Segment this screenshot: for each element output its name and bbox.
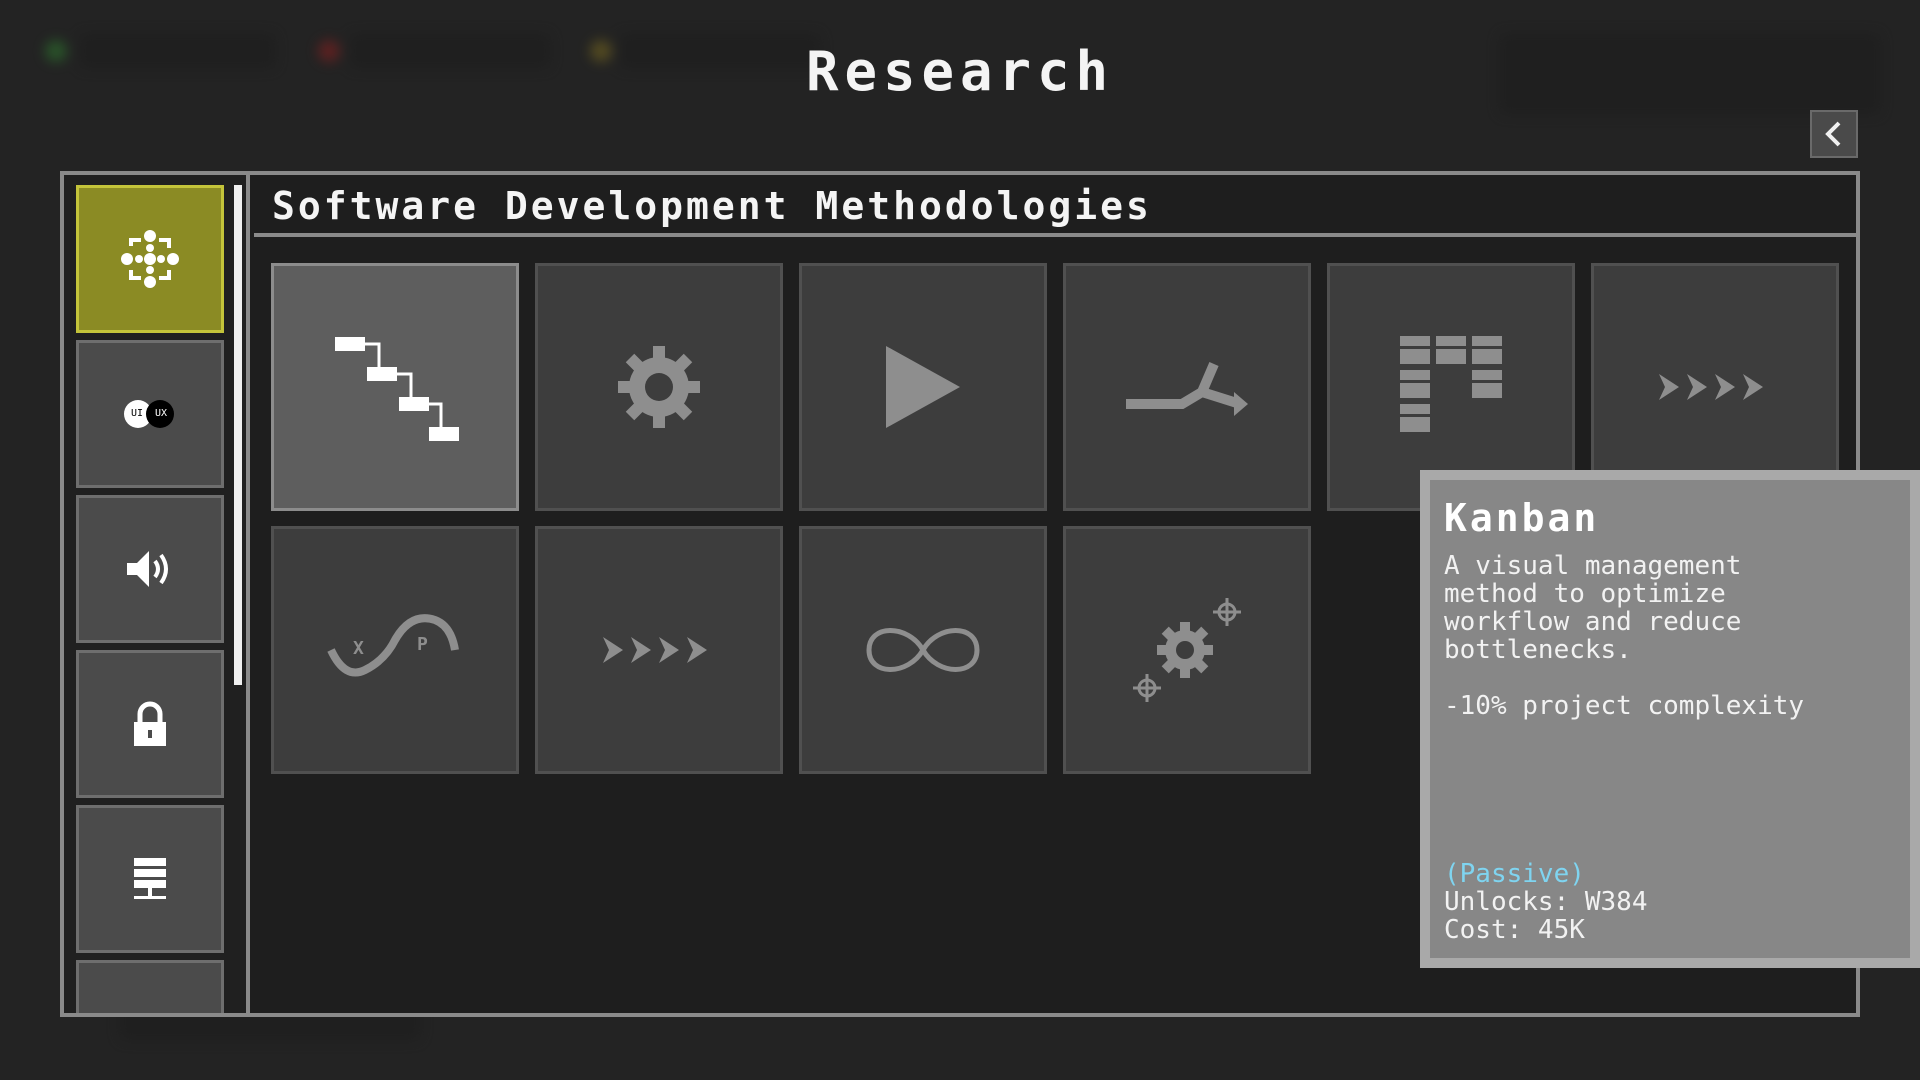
process-cycle-icon <box>121 230 179 288</box>
research-item-waterfall[interactable] <box>271 263 519 511</box>
tooltip-cost: Cost: 45K <box>1444 915 1585 945</box>
xp-wave-icon: X P <box>327 614 459 677</box>
research-tooltip: Kanban A visual management method to opt… <box>1420 470 1920 968</box>
tooltip-footer: (Passive) Unlocks: W384 Cost: 45K <box>1444 860 1648 944</box>
lock-icon <box>134 701 166 746</box>
play-icon <box>886 346 960 428</box>
category-sidebar[interactable]: UI UX <box>64 175 250 1013</box>
research-item-chevrons-2[interactable] <box>535 526 783 774</box>
gear-icon <box>618 346 700 428</box>
category-audio[interactable] <box>76 495 224 643</box>
gears-icon <box>1133 598 1241 702</box>
tooltip-type: (Passive) <box>1444 859 1585 889</box>
tooltip-title: Kanban <box>1444 496 1600 540</box>
tooltip-unlocks: Unlocks: W384 <box>1444 887 1648 917</box>
research-item-gear[interactable] <box>535 263 783 511</box>
category-methodologies[interactable] <box>76 185 224 333</box>
research-item-gears[interactable] <box>1063 526 1311 774</box>
chevrons-right-icon <box>603 637 707 663</box>
research-item-infinity[interactable] <box>799 526 1047 774</box>
ux-label: UX <box>155 408 168 419</box>
tooltip-description: A visual management method to optimize w… <box>1444 551 1742 665</box>
category-header: Software Development Methodologies <box>254 179 1856 237</box>
category-next[interactable] <box>76 960 224 1013</box>
category-ui-ux[interactable]: UI UX <box>76 340 224 488</box>
xp-x-label: X <box>353 638 364 659</box>
chevrons-right-icon <box>1659 374 1763 400</box>
research-item-play[interactable] <box>799 263 1047 511</box>
research-item-merge[interactable] <box>1063 263 1311 511</box>
waterfall-icon <box>335 337 459 441</box>
screen-title: Research <box>805 40 1115 103</box>
tooltip-effect: -10% project complexity <box>1444 691 1805 721</box>
xp-p-label: P <box>417 634 428 655</box>
merge-arrow-icon <box>1126 362 1248 416</box>
ui-ux-icon <box>124 400 174 428</box>
sidebar-scrollbar[interactable] <box>234 185 242 685</box>
research-item-xp[interactable]: X P <box>271 526 519 774</box>
ui-label: UI <box>131 408 144 419</box>
speaker-icon <box>127 551 168 587</box>
back-button[interactable] <box>1810 110 1858 158</box>
category-security[interactable] <box>76 650 224 798</box>
category-servers[interactable] <box>76 805 224 953</box>
category-title: Software Development Methodologies <box>272 184 1152 228</box>
infinity-icon <box>866 628 980 672</box>
chevron-left-icon <box>1825 121 1841 147</box>
kanban-board-icon <box>1400 336 1502 432</box>
server-icon <box>134 858 166 899</box>
